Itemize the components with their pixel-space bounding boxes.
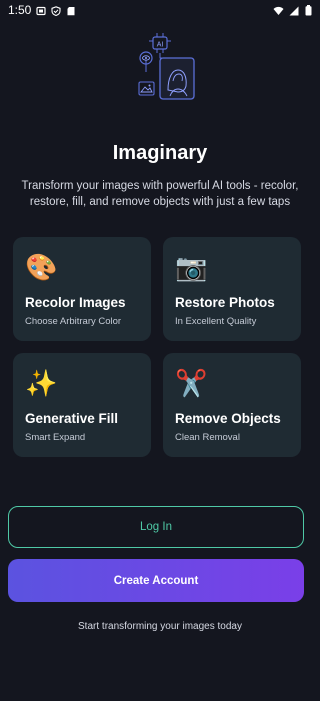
feature-card-remove-objects[interactable]: ✂️ Remove Objects Clean Removal bbox=[163, 353, 301, 457]
palette-icon: 🎨 bbox=[25, 252, 58, 282]
create-account-button-label: Create Account bbox=[113, 574, 199, 587]
feature-subtitle: In Excellent Quality bbox=[175, 316, 257, 327]
sd-card-icon bbox=[66, 5, 76, 16]
login-button[interactable]: Log In bbox=[8, 506, 304, 548]
status-left: 1:50 bbox=[8, 3, 76, 17]
scissors-icon: ✂️ bbox=[175, 368, 208, 398]
status-right bbox=[273, 5, 312, 16]
battery-icon bbox=[305, 5, 312, 16]
feature-card-recolor-images[interactable]: 🎨 Recolor Images Choose Arbitrary Color bbox=[13, 237, 151, 341]
feature-title: Generative Fill bbox=[25, 411, 119, 426]
feature-card-restore-photos[interactable]: 📷 Restore Photos In Excellent Quality bbox=[163, 237, 301, 341]
camera-icon: 📷 bbox=[175, 252, 208, 282]
app-subtitle: Transform your images with powerful AI t… bbox=[21, 180, 299, 208]
vpn-shield-icon bbox=[51, 5, 61, 17]
feature-subtitle: Smart Expand bbox=[25, 432, 86, 443]
feature-subtitle: Choose Arbitrary Color bbox=[25, 316, 122, 327]
login-button-label: Log In bbox=[140, 521, 172, 533]
sparkles-icon: ✨ bbox=[25, 368, 58, 398]
feature-title: Restore Photos bbox=[175, 295, 275, 310]
screen-record-icon bbox=[36, 5, 46, 16]
hero-illustration: AI bbox=[132, 30, 196, 102]
feature-subtitle: Clean Removal bbox=[175, 432, 240, 443]
status-bar: 1:50 bbox=[0, 0, 320, 20]
footer-tagline: Start transforming your images today bbox=[78, 621, 242, 632]
status-time: 1:50 bbox=[8, 3, 32, 17]
create-account-button[interactable]: Create Account bbox=[8, 559, 304, 602]
svg-text:AI: AI bbox=[157, 41, 164, 48]
wifi-icon bbox=[273, 5, 284, 16]
ai-chip-icon: AI bbox=[149, 33, 171, 53]
feature-card-generative-fill[interactable]: ✨ Generative Fill Smart Expand bbox=[13, 353, 151, 457]
signal-icon bbox=[289, 5, 299, 16]
image-thumbnail-icon bbox=[138, 81, 155, 96]
feature-title: Recolor Images bbox=[25, 295, 126, 310]
feature-title: Remove Objects bbox=[175, 411, 281, 426]
portrait-frame-icon bbox=[159, 57, 195, 100]
app-title: Imaginary bbox=[112, 142, 208, 164]
